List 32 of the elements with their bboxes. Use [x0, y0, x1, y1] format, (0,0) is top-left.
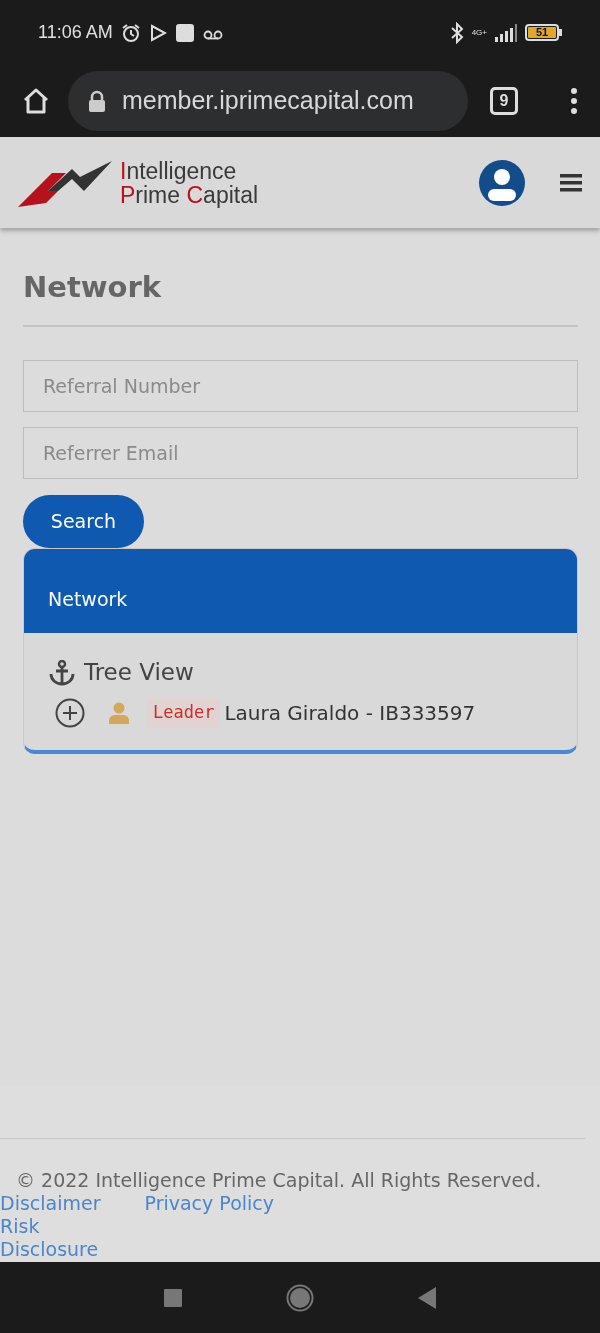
address-bar[interactable]: member.iprimecapital.com [68, 71, 468, 131]
section-title: Tree View [84, 658, 194, 688]
expand-icon[interactable] [55, 697, 85, 728]
play-store-icon [148, 23, 167, 42]
lock-icon [88, 90, 106, 112]
logo-icon [18, 158, 112, 207]
back-icon[interactable] [418, 1286, 436, 1309]
input-field[interactable]: Referral Number [23, 359, 578, 412]
menu-icon[interactable] [560, 173, 582, 192]
logo-text: Intelligence Prime Capital [120, 158, 259, 207]
network-type: 4G+ [471, 28, 487, 37]
signal-icon [495, 23, 517, 42]
member-label[interactable]: Laura Giraldo - IB333597 [224, 697, 476, 728]
input-field[interactable]: Referrer Email [23, 426, 578, 479]
anchor-icon [48, 659, 76, 686]
recents-icon[interactable] [164, 1288, 182, 1307]
role-tag: Leader [147, 698, 221, 728]
notification-icon [174, 22, 195, 43]
battery-icon: 51 [525, 24, 562, 41]
bluetooth-icon [449, 21, 464, 44]
card-title: Network [24, 548, 577, 634]
alarm-icon [120, 22, 141, 43]
search-button[interactable]: Search [23, 494, 144, 548]
status-time: 11:06 AM [38, 21, 113, 44]
home-button-icon[interactable] [286, 1283, 314, 1312]
user-icon [109, 701, 129, 724]
tab-count-button[interactable]: 9 [490, 87, 518, 115]
home-icon[interactable] [22, 87, 50, 115]
more-menu-icon[interactable] [570, 88, 578, 114]
copyright-text: © 2022 Intelligence Prime Capital. All Rights Reserved. [15, 1169, 543, 1192]
avatar-icon[interactable] [478, 158, 526, 207]
page-title: Network [23, 270, 163, 305]
